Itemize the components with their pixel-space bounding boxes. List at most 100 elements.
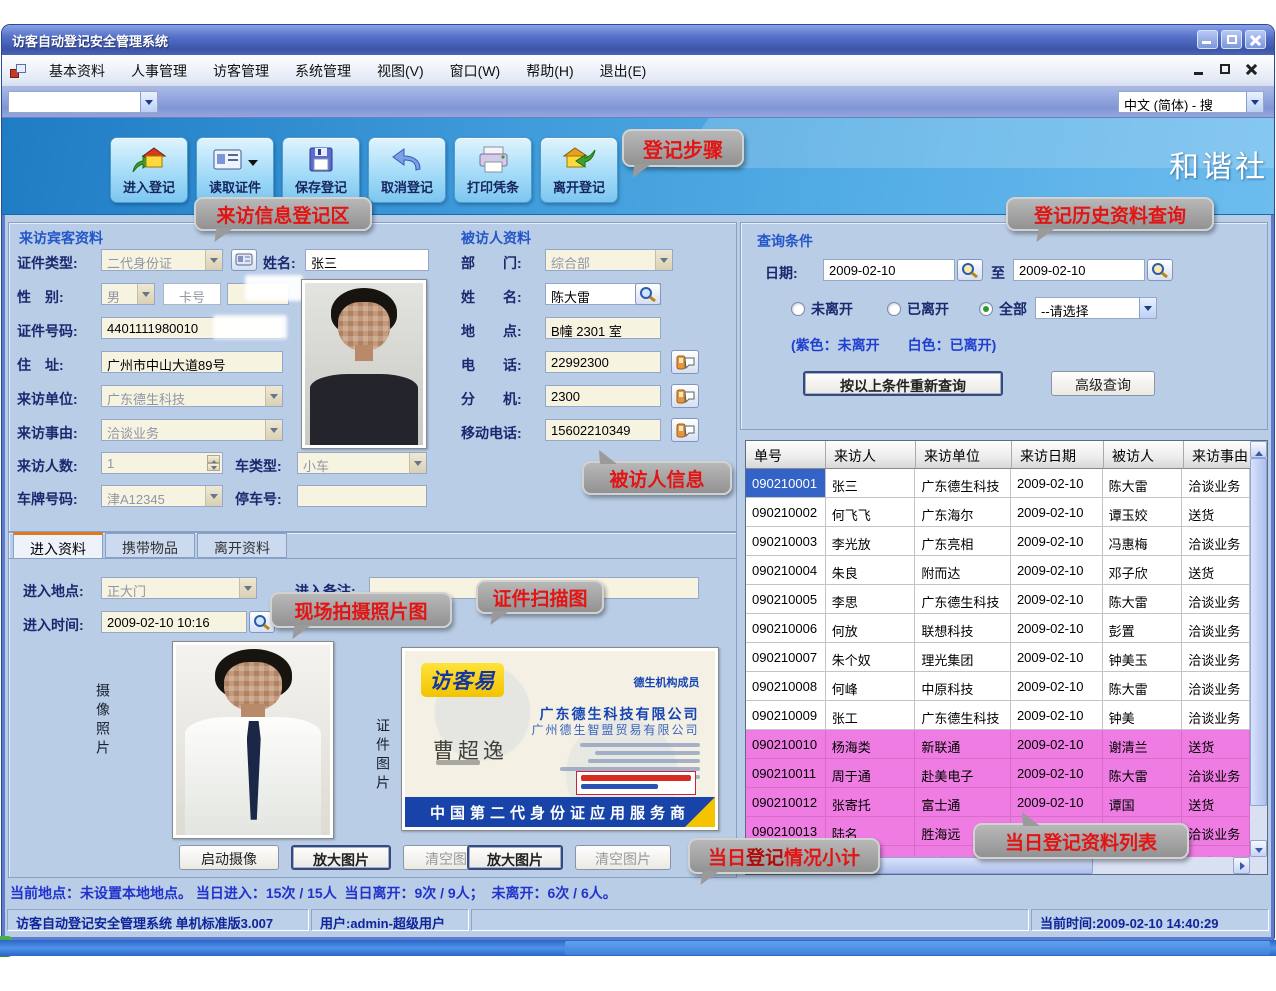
cert-type-select[interactable]: 二代身份证	[101, 249, 223, 271]
chevron-down-icon[interactable]	[1246, 92, 1263, 112]
table-cell[interactable]: 广东德生科技	[915, 469, 1011, 498]
table-cell[interactable]: 新联通	[915, 730, 1011, 759]
date-to-picker-button[interactable]	[1147, 259, 1173, 281]
mobile-input[interactable]: 15602210349	[545, 419, 661, 441]
child-minimize-button[interactable]	[1192, 62, 1208, 77]
toolbar-button-enter-register[interactable]: 进入登记	[110, 137, 188, 203]
card-no-box[interactable]: 卡号	[163, 283, 221, 305]
table-cell[interactable]: 洽谈业务	[1182, 817, 1250, 846]
zoom-card-button[interactable]: 放大图片	[467, 845, 563, 870]
table-cell[interactable]: 090210007	[746, 643, 826, 672]
menu-item-visitor[interactable]: 访客管理	[200, 56, 282, 86]
table-row[interactable]: 090210011周于通赴美电子2009-02-10陈大雷洽谈业务	[746, 759, 1250, 788]
table-cell[interactable]: 090210010	[746, 730, 826, 759]
date-from-picker-button[interactable]	[957, 259, 983, 281]
radio-all[interactable]: 全部	[979, 299, 1027, 319]
v-scrollbar[interactable]	[1250, 441, 1267, 857]
table-cell[interactable]: 何飞飞	[826, 498, 916, 527]
restore-button[interactable]	[1221, 30, 1242, 49]
table-cell[interactable]: 2009-02-10	[1011, 469, 1103, 498]
table-cell[interactable]: 联想科技	[915, 614, 1011, 643]
location-input[interactable]: B幢 2301 室	[545, 317, 661, 339]
table-header-cell[interactable]: 来访日期	[1012, 441, 1104, 469]
table-cell[interactable]: 090210011	[746, 759, 826, 788]
company-select[interactable]: 广东德生科技	[101, 385, 283, 407]
table-cell[interactable]: 2009-02-10	[1011, 672, 1103, 701]
table-row[interactable]: 090210002何飞飞广东海尔2009-02-10谭玉姣送货	[746, 498, 1250, 527]
toolbar-button-print-slip[interactable]: 打印凭条	[454, 137, 532, 203]
lookup-person-button[interactable]	[635, 283, 661, 305]
child-restore-button[interactable]	[1218, 62, 1234, 77]
table-cell[interactable]: 洽谈业务	[1182, 643, 1250, 672]
table-cell[interactable]: 洽谈业务	[1182, 701, 1250, 730]
status-filter-select[interactable]: --请选择	[1035, 297, 1157, 319]
toolbar-button-read-card[interactable]: 读取证件	[196, 137, 274, 203]
radio-left[interactable]: 已离开	[887, 299, 949, 319]
scroll-up-button[interactable]	[1250, 441, 1267, 458]
table-cell[interactable]: 090210001	[746, 469, 826, 498]
vehicle-type-select[interactable]: 小车	[297, 452, 427, 474]
enter-time-input[interactable]: 2009-02-10 10:16	[101, 611, 247, 633]
table-cell[interactable]: 090210012	[746, 788, 826, 817]
table-cell[interactable]: 谭国	[1103, 788, 1183, 817]
table-cell[interactable]: 090210002	[746, 498, 826, 527]
spinner-up-icon[interactable]	[207, 455, 220, 463]
table-cell[interactable]: 090210008	[746, 672, 826, 701]
requery-button[interactable]: 按以上条件重新查询	[803, 371, 1003, 396]
menu-item-hr[interactable]: 人事管理	[118, 56, 200, 86]
table-cell[interactable]: 2009-02-10	[1011, 701, 1103, 730]
table-row[interactable]: 090210004朱良附而达2009-02-10邓子欣送货	[746, 556, 1250, 585]
table-row[interactable]: 090210009张工广东德生科技2009-02-10钟美洽谈业务	[746, 701, 1250, 730]
v-scroll-thumb[interactable]	[1250, 458, 1267, 806]
table-cell[interactable]: 陈大雷	[1103, 585, 1183, 614]
address-input[interactable]: 广州市中山大道89号	[101, 351, 283, 373]
table-row[interactable]: 090210008何峰中原科技2009-02-10陈大雷洽谈业务	[746, 672, 1250, 701]
table-row[interactable]: 090210007朱个奴理光集团2009-02-10钟美玉洽谈业务	[746, 643, 1250, 672]
close-button[interactable]	[1245, 30, 1266, 49]
table-cell[interactable]: 杨海类	[826, 730, 916, 759]
table-cell[interactable]: 陈大雷	[1103, 672, 1183, 701]
table-cell[interactable]: 富士通	[915, 788, 1011, 817]
tab-leave-info[interactable]: 离开资料	[197, 533, 287, 558]
table-cell[interactable]: 090210004	[746, 556, 826, 585]
table-cell[interactable]: 送货	[1182, 498, 1250, 527]
table-cell[interactable]: 陈大雷	[1103, 759, 1183, 788]
table-cell[interactable]: 张工	[826, 701, 916, 730]
table-cell[interactable]: 广东德生科技	[915, 701, 1011, 730]
table-cell[interactable]: 送货	[1182, 788, 1250, 817]
date-to-input[interactable]: 2009-02-10	[1013, 259, 1145, 281]
start-camera-button[interactable]: 启动摄像	[179, 845, 279, 870]
parking-input[interactable]	[297, 485, 427, 507]
table-cell[interactable]: 2009-02-10	[1011, 556, 1103, 585]
plate-select[interactable]: 津A12345	[101, 485, 223, 507]
table-cell[interactable]: 090210009	[746, 701, 826, 730]
language-bar-select[interactable]: 中文 (简体) - 搜	[1118, 91, 1264, 113]
table-cell[interactable]: 洽谈业务	[1182, 846, 1250, 857]
menu-item-exit[interactable]: 退出(E)	[587, 56, 660, 86]
tab-enter-info[interactable]: 进入资料	[13, 532, 103, 558]
menu-item-help[interactable]: 帮助(H)	[513, 56, 586, 86]
dept-select[interactable]: 综合部	[545, 249, 673, 271]
menu-item-system[interactable]: 系统管理	[282, 56, 364, 86]
table-cell[interactable]: 2009-02-10	[1011, 643, 1103, 672]
table-cell[interactable]: 彭置	[1103, 614, 1183, 643]
table-cell[interactable]: 理光集团	[915, 643, 1011, 672]
table-cell[interactable]: 朱良	[826, 556, 916, 585]
table-cell[interactable]: 送货	[1182, 730, 1250, 759]
visitor-count-stepper[interactable]: 1	[101, 452, 223, 474]
advanced-query-button[interactable]: 高级查询	[1051, 371, 1155, 396]
menu-item-basic-data[interactable]: 基本资料	[36, 56, 118, 86]
toolbar-button-leave-register[interactable]: 离开登记	[540, 137, 618, 203]
radio-not-left[interactable]: 未离开	[791, 299, 853, 319]
table-header-cell[interactable]: 单号	[746, 441, 826, 469]
table-cell[interactable]: 钟美玉	[1103, 643, 1183, 672]
quick-select-combobox[interactable]	[8, 91, 158, 113]
table-row[interactable]: 090210010杨海类新联通2009-02-10谢清兰送货	[746, 730, 1250, 759]
reason-select[interactable]: 洽谈业务	[101, 419, 283, 441]
chevron-down-icon[interactable]	[140, 92, 157, 112]
table-cell[interactable]: 李思	[826, 585, 916, 614]
table-cell[interactable]: 广东亮相	[915, 527, 1011, 556]
card-reader-button[interactable]	[231, 249, 257, 271]
table-cell[interactable]: 中原科技	[915, 672, 1011, 701]
phone-input[interactable]: 22992300	[545, 351, 661, 373]
